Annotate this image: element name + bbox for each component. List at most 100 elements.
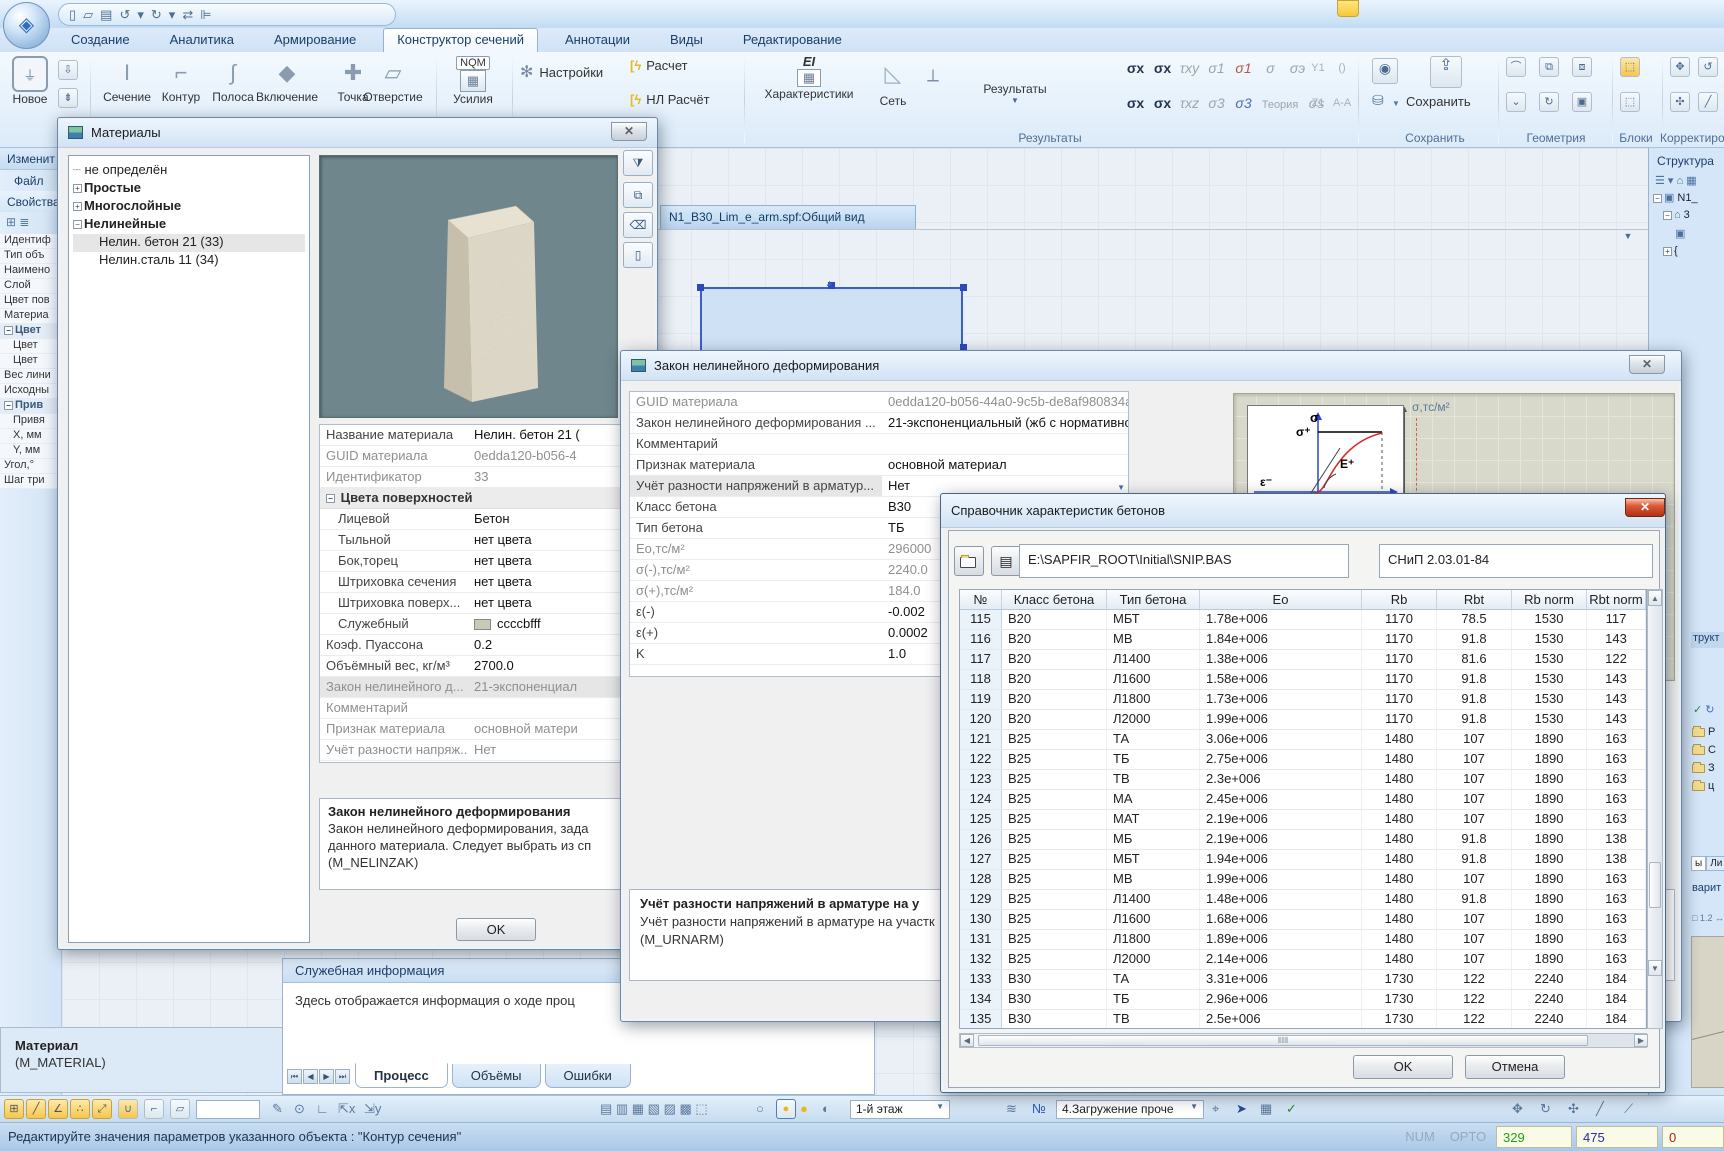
column-header-5[interactable]: Rbt	[1437, 590, 1512, 609]
loadcase-select[interactable]: 4.Загружение проче▼	[1056, 1100, 1204, 1119]
property-group[interactable]: − Цвета поверхностей	[320, 488, 652, 509]
mesh-button[interactable]: ◺ Сеть	[872, 54, 914, 108]
material-tree-item-2[interactable]: +Многослойные	[73, 198, 305, 216]
property-row-12[interactable]: Привя	[0, 414, 61, 429]
last-page-icon[interactable]: ⏭	[335, 1069, 350, 1084]
save-button[interactable]: Сохранить	[1406, 94, 1471, 109]
layers-tree-item-1[interactable]: С	[1692, 744, 1716, 762]
close-icon[interactable]: ✕	[611, 122, 647, 141]
contour-handle[interactable]	[960, 284, 967, 291]
property-row-8[interactable]: Цвет	[0, 354, 61, 369]
geometry-union-icon[interactable]: ⌒	[1506, 57, 1526, 77]
material-property-row-12[interactable]: Закон нелинейного д...21-экспоненциал	[320, 677, 652, 698]
column-header-0[interactable]: №	[960, 590, 1002, 609]
material-tree-item-4[interactable]: Нелин. бетон 21 (33)	[73, 234, 305, 252]
material-property-row-5[interactable]: Тыльнойнет цвета	[320, 530, 652, 551]
axis-x-icon[interactable]: ⇱x	[338, 1101, 355, 1117]
chevron-down-icon[interactable]: ▼	[1392, 96, 1400, 112]
next-page-icon[interactable]: ▶	[319, 1069, 334, 1084]
material-property-row-9[interactable]: Служебныйccccbfff	[320, 614, 652, 635]
law-dialog-titlebar[interactable]: Закон нелинейного деформирования	[621, 351, 1681, 381]
material-tree-item-0[interactable]: ┄ не определён	[73, 162, 305, 180]
pan-point-icon[interactable]: ✣	[1568, 1101, 1579, 1117]
scroll-thumb[interactable]	[1649, 862, 1661, 908]
scroll-down-icon[interactable]: ▼	[1648, 960, 1662, 976]
layers-icon[interactable]: ≋	[1006, 1101, 1017, 1117]
copy-material-icon[interactable]: ⧉	[623, 182, 653, 208]
coordinate-input[interactable]	[196, 1100, 260, 1119]
scroll-up-icon[interactable]: ▲	[1648, 590, 1662, 606]
law-property-row-1[interactable]: Закон нелинейного деформирования ...21-э…	[630, 413, 1128, 434]
geometry-back-icon[interactable]: ▣	[1572, 92, 1592, 112]
database-icon[interactable]: ⛁	[1372, 92, 1384, 108]
result-Теория-button[interactable]: Теория	[1257, 94, 1303, 116]
help-badge-icon[interactable]	[1337, 0, 1359, 17]
material-property-row-0[interactable]: Название материалаНелин. бетон 21 (	[320, 425, 652, 446]
ribbon-tab-5[interactable]: Виды	[657, 28, 716, 52]
filter-icon[interactable]: ⧩	[623, 150, 653, 176]
table-icon[interactable]: ▦	[1260, 1101, 1272, 1117]
table-row-133[interactable]: 133B30ТА3.31e+00617301222240184	[960, 970, 1646, 990]
bulb-selected-icon[interactable]: ●	[776, 1099, 796, 1119]
expand-icon[interactable]: +	[73, 202, 82, 211]
result-Y1-icon[interactable]: Y1	[1306, 57, 1330, 79]
open-folder-icon[interactable]	[954, 546, 984, 576]
scroll-thumb[interactable]: ⦀⦀⦀	[978, 1035, 1588, 1046]
ribbon-button-5[interactable]: ▱Отверстие	[362, 56, 424, 104]
log-nav-buttons[interactable]: ⏮◀▶⏭	[287, 1067, 351, 1084]
ribbon-button-3[interactable]: ◆Включение	[256, 56, 318, 104]
table-row-115[interactable]: 115B20МБТ1.78e+006117078.51530117	[960, 610, 1646, 630]
result-σ1-button[interactable]: σ1	[1230, 57, 1257, 79]
result-σ1-button[interactable]: σ1	[1203, 57, 1230, 79]
results-button[interactable]: Результаты ▼	[960, 54, 1070, 105]
property-row-9[interactable]: Вес лини	[0, 369, 61, 384]
table-row-125[interactable]: 125B25МАТ2.19e+00614801071890163	[960, 810, 1646, 830]
result-σ3-button[interactable]: σ3	[1203, 92, 1230, 114]
tree-item-group[interactable]: +{	[1649, 245, 1724, 263]
property-row-14[interactable]: Y, мм	[0, 444, 61, 459]
pan-icon[interactable]: ✥	[1512, 1101, 1523, 1117]
material-tree-item-1[interactable]: +Простые	[73, 180, 305, 198]
color-swatch[interactable]	[474, 619, 491, 630]
result-σ3-button[interactable]: σ3	[1230, 92, 1257, 114]
concrete-dialog-titlebar[interactable]: Справочник характеристик бетонов	[941, 494, 1665, 528]
trim-icon[interactable]: ╱	[1698, 92, 1718, 112]
table-row-121[interactable]: 121B25ТА3.06e+00614801071890163	[960, 730, 1646, 750]
paste-special-icon[interactable]: ⇟	[58, 88, 78, 108]
structure-toolbar[interactable]: ☰ ▾ ⌂ ▦	[1649, 172, 1724, 191]
bulb-on-icon[interactable]: ●	[800, 1101, 808, 1117]
property-row-0[interactable]: Идентиф	[0, 234, 61, 249]
first-page-icon[interactable]: ⏮	[287, 1069, 302, 1084]
cancel-button[interactable]: Отмена	[1465, 1055, 1565, 1079]
contour-handle[interactable]	[697, 284, 704, 291]
ribbon-tab-6[interactable]: Редактирование	[730, 28, 855, 52]
log-tab-2[interactable]: Ошибки	[545, 1064, 631, 1088]
property-row-3[interactable]: Слой	[0, 279, 61, 294]
result-σ-button[interactable]: σ	[1257, 57, 1284, 79]
column-header-2[interactable]: Тип бетона	[1107, 590, 1200, 609]
block-explode-icon[interactable]: ⬚	[1620, 92, 1640, 112]
axes-icon[interactable]: ⟂	[916, 58, 950, 92]
table-row-123[interactable]: 123B25ТВ2.3e+00614801071890163	[960, 770, 1646, 790]
material-property-row-4[interactable]: ЛицевойБетон	[320, 509, 652, 530]
redo-icon[interactable]: ↻	[151, 8, 162, 21]
undo-icon[interactable]: ↺	[119, 8, 130, 21]
material-property-row-14[interactable]: Признак материалаосновной матери	[320, 719, 652, 740]
collapse-icon[interactable]: −	[4, 401, 13, 410]
property-row-16[interactable]: Шаг три	[0, 474, 61, 489]
snap-grid-icon[interactable]: ⊞	[4, 1099, 24, 1119]
characteristics-button[interactable]: EI ▦ Характеристики	[748, 54, 870, 101]
table-row-120[interactable]: 120B20Л20001.99e+006117091.81530143	[960, 710, 1646, 730]
mini-tabs[interactable]: ыЛи	[1691, 858, 1724, 869]
material-property-row-2[interactable]: Идентификатор33	[320, 467, 652, 488]
pencil-icon[interactable]: ✎	[272, 1101, 283, 1117]
scroll-left-icon[interactable]: ◀	[960, 1034, 974, 1047]
result-σx-button[interactable]: σx	[1122, 92, 1149, 114]
material-property-row-11[interactable]: Объёмный вес, кг/м³2700.0	[320, 656, 652, 677]
tree-item-model[interactable]: −▣N1_	[1649, 191, 1724, 209]
magnet-icon[interactable]: ∪	[118, 1099, 138, 1119]
prev-page-icon[interactable]: ◀	[303, 1069, 318, 1084]
property-row-5[interactable]: Материа	[0, 309, 61, 324]
base-path-field[interactable]: E:\SAPFIR_ROOT\Initial\SNIP.BAS	[1019, 544, 1349, 578]
move-icon[interactable]: ✥	[1670, 57, 1690, 77]
